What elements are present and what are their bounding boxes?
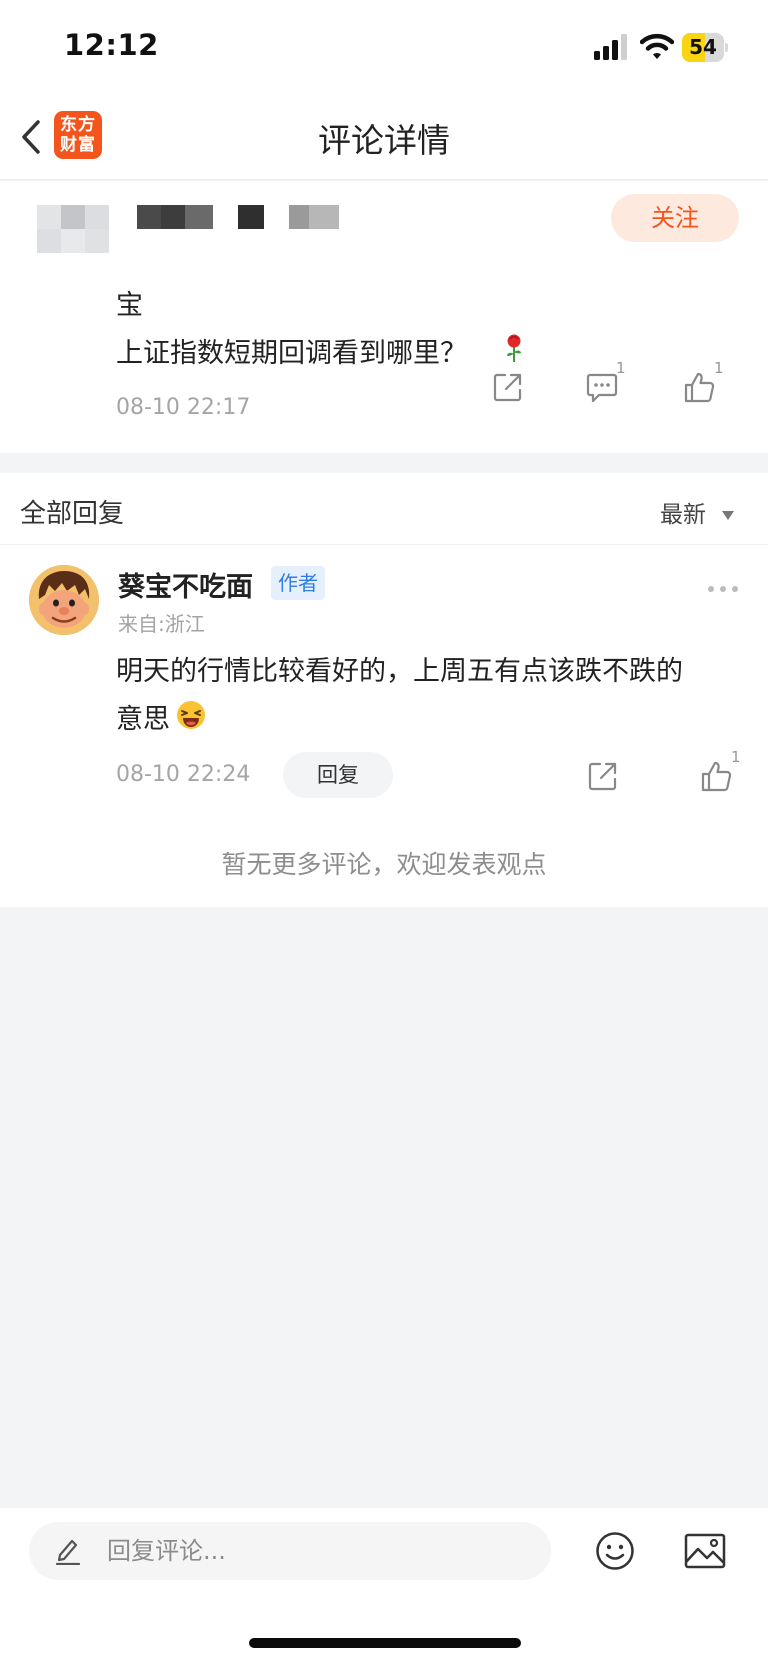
share-icon[interactable]: [587, 760, 619, 792]
replies-title: 全部回复: [20, 499, 125, 529]
author-badge: 作者: [271, 566, 325, 600]
rose-emoji-icon: [502, 333, 526, 363]
nav-bar: 东方 财富 评论详情: [0, 96, 768, 180]
reply-input[interactable]: [29, 1522, 551, 1580]
replies-header: 全部回复 最新: [0, 473, 768, 545]
pencil-icon: [55, 1537, 81, 1566]
like-count: 1: [714, 359, 724, 377]
caret-down-icon[interactable]: [722, 505, 734, 520]
reply-button[interactable]: 回复: [283, 752, 393, 798]
comment-icon[interactable]: [586, 373, 618, 403]
bottom-input-bar: [0, 1508, 768, 1664]
battery-icon: 54: [682, 33, 728, 62]
comment-text-line: 宝: [116, 290, 143, 321]
page-title: 评论详情: [318, 121, 450, 160]
reply-username[interactable]: 葵宝不吃面: [118, 565, 253, 604]
no-more-comments-text: 暂无更多评论，欢迎发表观点: [221, 850, 547, 879]
reply-location: 来自:浙江: [118, 612, 205, 636]
avatar[interactable]: [29, 565, 99, 635]
reply-timestamp: 08-10 22:24: [116, 762, 251, 787]
sort-dropdown[interactable]: 最新: [660, 495, 706, 529]
follow-button[interactable]: 关注: [611, 194, 739, 242]
emoji-icon[interactable]: [595, 1531, 635, 1571]
battery-level: 54: [689, 35, 717, 59]
comment-count: 1: [616, 359, 626, 377]
wifi-icon: [639, 32, 675, 60]
reply-text-line: 明天的行情比较看好的，上周五有点该跌不跌的: [116, 656, 683, 687]
share-icon[interactable]: [492, 371, 524, 403]
status-time: 12:12: [64, 28, 159, 62]
cellular-signal-icon: [594, 34, 630, 60]
reply-text-line: 意思: [116, 704, 170, 735]
comment-text-line: 上证指数短期回调看到哪里？: [116, 338, 467, 369]
status-bar: 12:12 54: [0, 0, 768, 96]
more-options-icon[interactable]: [706, 579, 740, 592]
thumbs-up-icon[interactable]: [700, 760, 732, 792]
thumbs-up-icon[interactable]: [683, 371, 715, 403]
like-count: 1: [731, 748, 741, 766]
reply-item: 葵宝不吃面 作者 来自:浙江 明天的行情比较看好的，上周五有点该跌不跌的 意思 …: [0, 545, 768, 907]
original-comment: 关注 宝 上证指数短期回调看到哪里？ 08-10 22:17 1 1: [0, 181, 768, 453]
image-icon[interactable]: [684, 1533, 726, 1569]
home-indicator[interactable]: [249, 1638, 521, 1648]
laughing-emoji-icon: [176, 700, 206, 730]
comment-timestamp: 08-10 22:17: [116, 395, 251, 420]
